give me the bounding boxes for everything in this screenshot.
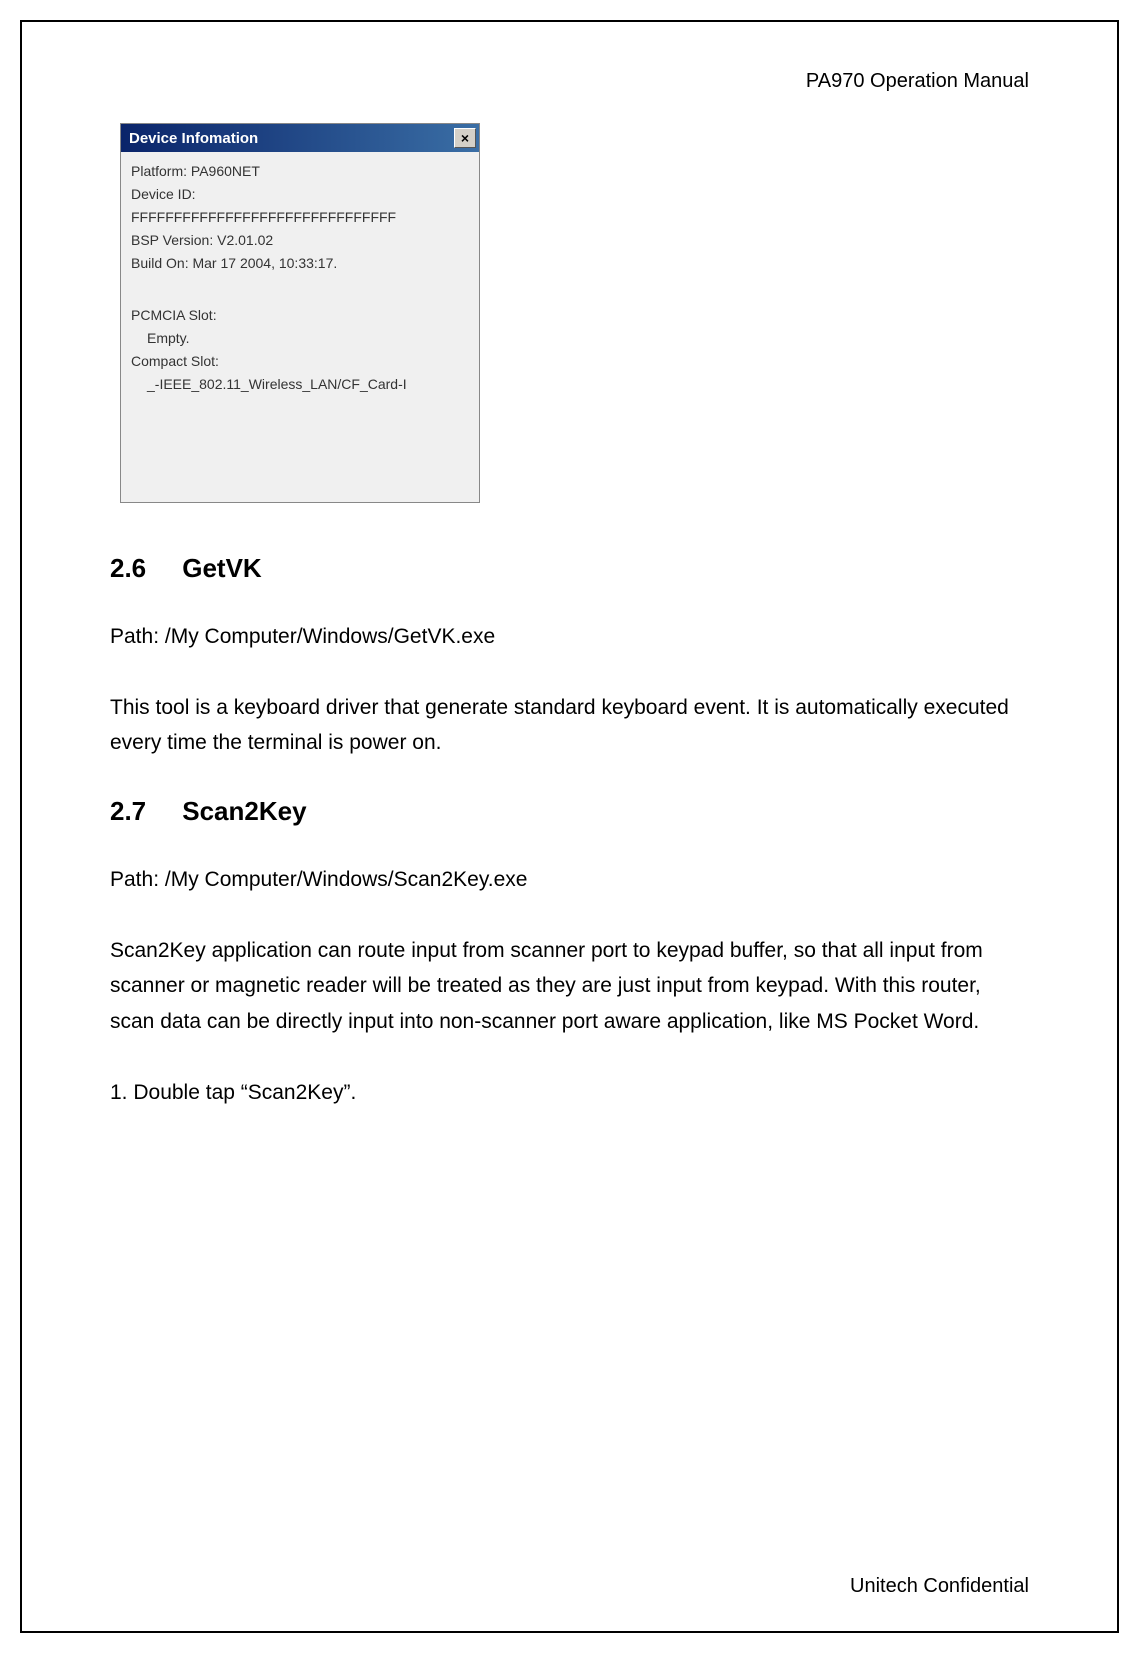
section-heading-scan2key: 2.7 Scan2Key [110, 796, 1029, 827]
device-id-label: Device ID: [131, 185, 469, 204]
section-number: 2.7 [110, 796, 175, 827]
pcmcia-label: PCMCIA Slot: [131, 306, 469, 325]
window-titlebar: Device Infomation × [121, 124, 479, 152]
section-number: 2.6 [110, 553, 175, 584]
page-content: PA970 Operation Manual Device Infomation… [40, 40, 1099, 1613]
scan2key-step1: 1. Double tap “Scan2Key”. [110, 1075, 1029, 1111]
compact-label: Compact Slot: [131, 352, 469, 371]
pcmcia-value: Empty. [131, 329, 469, 348]
device-id-value: FFFFFFFFFFFFFFFFFFFFFFFFFFFFFFF [131, 208, 469, 227]
getvk-body: This tool is a keyboard driver that gene… [110, 690, 1029, 761]
window-title: Device Infomation [129, 130, 258, 147]
bsp-version: BSP Version: V2.01.02 [131, 231, 469, 250]
section-title: Scan2Key [182, 796, 306, 826]
device-info-window: Device Infomation × Platform: PA960NET D… [120, 123, 480, 503]
compact-value: _-IEEE_802.11_Wireless_LAN/CF_Card-I [131, 375, 469, 394]
section-title: GetVK [182, 553, 261, 583]
page-footer: Unitech Confidential [850, 1575, 1029, 1598]
section-heading-getvk: 2.6 GetVK [110, 553, 1029, 584]
build-on: Build On: Mar 17 2004, 10:33:17. [131, 254, 469, 273]
scan2key-path: Path: /My Computer/Windows/Scan2Key.exe [110, 862, 1029, 898]
platform-line: Platform: PA960NET [131, 162, 469, 181]
page-header: PA970 Operation Manual [110, 70, 1029, 93]
getvk-path: Path: /My Computer/Windows/GetVK.exe [110, 619, 1029, 655]
close-icon[interactable]: × [454, 128, 476, 148]
scan2key-body: Scan2Key application can route input fro… [110, 933, 1029, 1040]
window-body: Platform: PA960NET Device ID: FFFFFFFFFF… [121, 152, 479, 502]
